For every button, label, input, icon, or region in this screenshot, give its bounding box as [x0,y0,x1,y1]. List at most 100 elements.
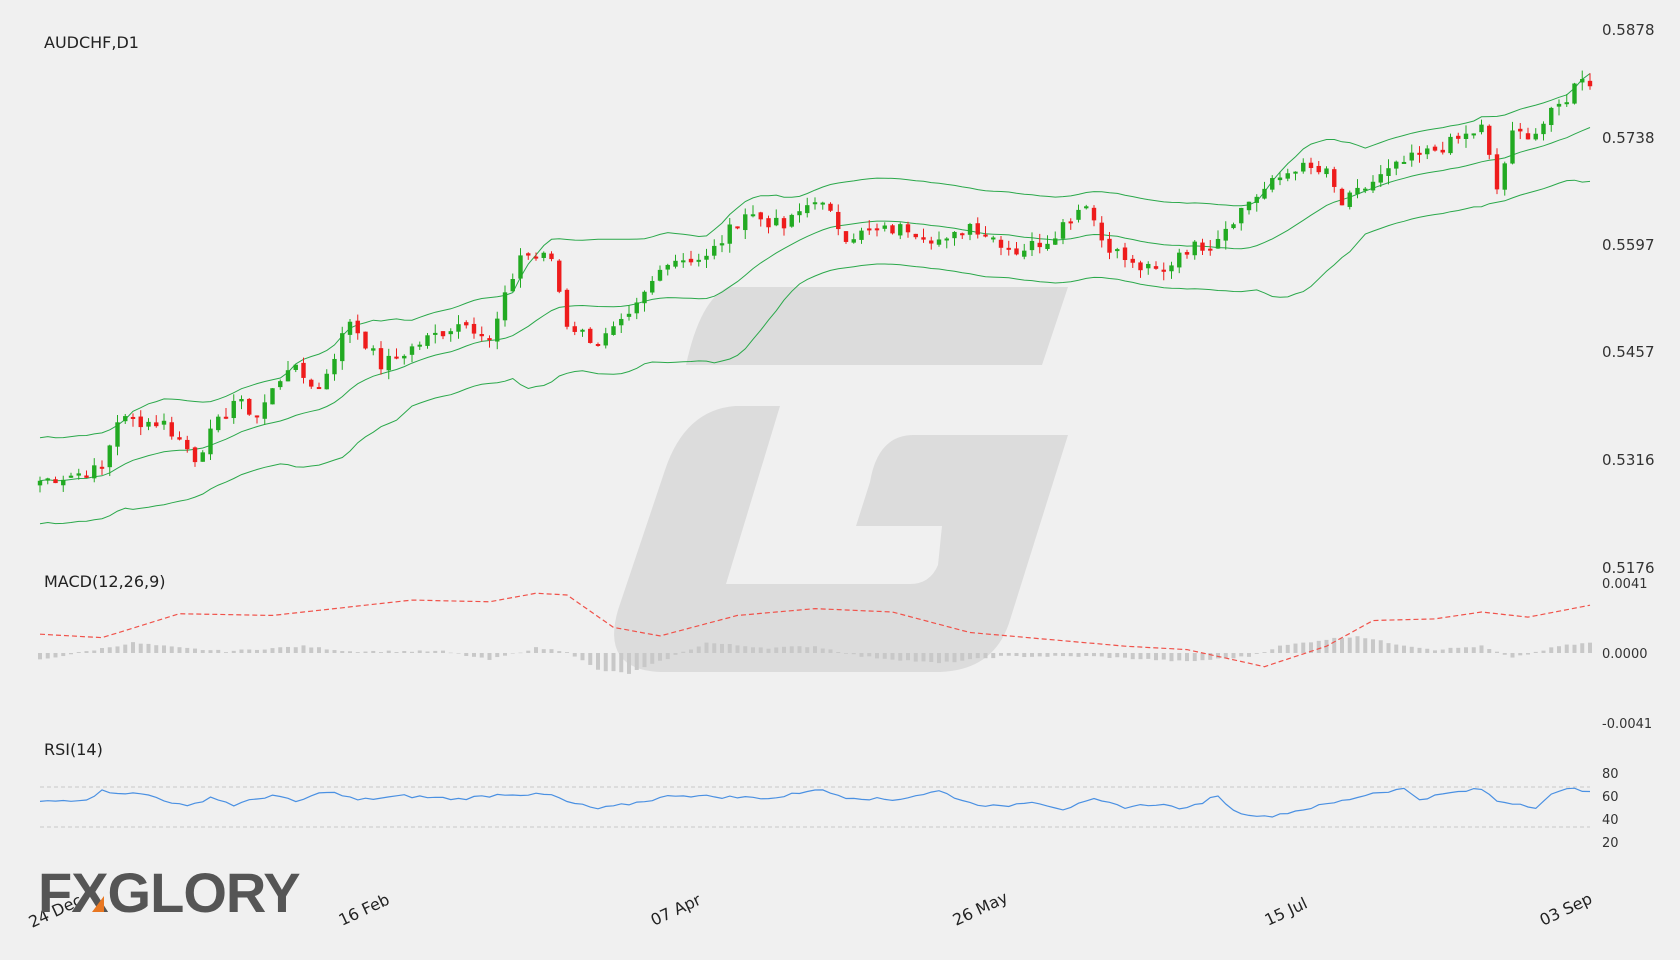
candle [1494,148,1500,195]
macd-histogram-bar [557,651,562,653]
macd-histogram-bar [293,647,298,653]
macd-histogram-bar [991,653,996,659]
macd-histogram-bar [619,653,624,673]
macd-histogram-bar [1270,649,1275,653]
price-tick-label: 0.5316 [1602,451,1655,469]
price-tick-label: 0.5457 [1602,343,1655,361]
candle-body [603,333,608,346]
candle-body [1006,247,1011,250]
macd-histogram-bar [1161,653,1166,660]
macd-histogram-bar [1092,653,1096,657]
macd-histogram-bar [1231,653,1236,659]
macd-histogram-bar [1068,653,1073,657]
candle-body [208,428,213,455]
macd-histogram-bar [844,653,848,654]
candle-body [161,420,167,425]
macd-histogram-bar [882,653,887,659]
candle-body [123,416,128,422]
macd-histogram-bar [379,652,383,653]
candle-body [1564,102,1569,105]
candle-body [76,473,81,476]
macd-histogram-bar [1107,653,1112,658]
candle-body [239,398,244,402]
macd-histogram-bar [565,652,569,653]
candle [270,388,275,405]
candle-body [1549,107,1554,126]
candle-body [456,324,461,332]
candle-body [37,480,43,486]
candle-body [1277,177,1283,181]
candle-body [983,234,988,237]
macd-histogram-bar [76,652,81,653]
candle-body [1471,133,1476,136]
candle-body [1084,206,1089,209]
candle-body [1099,222,1104,241]
candle-body [712,245,717,256]
candle-body [495,318,500,342]
macd-histogram-bar [774,647,779,653]
candle-body [1518,128,1523,132]
candle-body [223,416,229,419]
candle-body [1208,248,1213,251]
candle-body [913,233,918,238]
candle-body [1580,79,1585,83]
macd-tick-label: 0.0041 [1602,577,1648,592]
candle-body [812,202,818,205]
candle-body [247,398,252,415]
candle-body [1014,248,1019,255]
candle-body [580,329,585,332]
rsi-tick-label: 80 [1602,767,1619,782]
candle [588,327,593,344]
candle-body [967,223,973,235]
candle [890,224,895,235]
macd-histogram-bar [805,647,810,653]
macd-histogram-bar [642,653,647,668]
candle-body [1068,221,1073,224]
macd-histogram-bar [200,650,205,653]
candle [363,331,368,350]
macd-histogram-bar [1386,643,1391,653]
candle-body [61,479,66,486]
macd-tick-label: 0.0000 [1602,647,1648,662]
macd-histogram-bar [1123,653,1127,658]
candle-body [332,358,337,375]
macd-histogram-bar [983,653,988,659]
candle-body [1479,124,1484,133]
macd-histogram-bar [572,653,577,657]
candle-body [324,373,329,390]
macd-histogram-bar [278,647,283,653]
macd-histogram-bar [1502,653,1507,655]
chart-root: AUDCHF,D1 MACD(12,26,9) RSI(14) 0.5878 0… [0,0,1680,960]
candle-body [45,478,50,481]
candle-body [1440,149,1445,153]
macd-histogram-bar [1022,653,1027,658]
macd-histogram-bar [960,653,965,661]
macd-histogram-bar [1316,640,1321,653]
macd-title: MACD(12,26,9) [44,572,166,591]
candle-body [704,255,709,260]
macd-histogram-bar [851,653,856,655]
candle [564,288,570,330]
candle-body [425,335,430,346]
macd-histogram-bar [1154,653,1158,661]
macd-histogram-bar [1278,645,1282,653]
macd-histogram-bar [859,653,864,657]
candle-body [1425,148,1430,155]
macd-histogram-bar [1456,647,1461,653]
candle-body [774,217,779,226]
macd-histogram-bar [937,653,941,664]
macd-histogram-bar [503,653,507,656]
candle-body [905,224,911,233]
macd-histogram-bar [185,647,190,653]
candle-body [99,466,105,469]
macd-histogram-bar [456,653,461,654]
candle-body [781,218,787,229]
macd-histogram-bar [875,653,879,659]
macd-histogram-bar [1549,647,1554,653]
macd-histogram-bar [534,647,538,653]
macd-histogram-bar [332,650,337,653]
candle-body [1177,252,1182,268]
macd-histogram-bar [782,646,786,653]
candle-body [1378,174,1383,183]
candle-body [696,259,701,262]
